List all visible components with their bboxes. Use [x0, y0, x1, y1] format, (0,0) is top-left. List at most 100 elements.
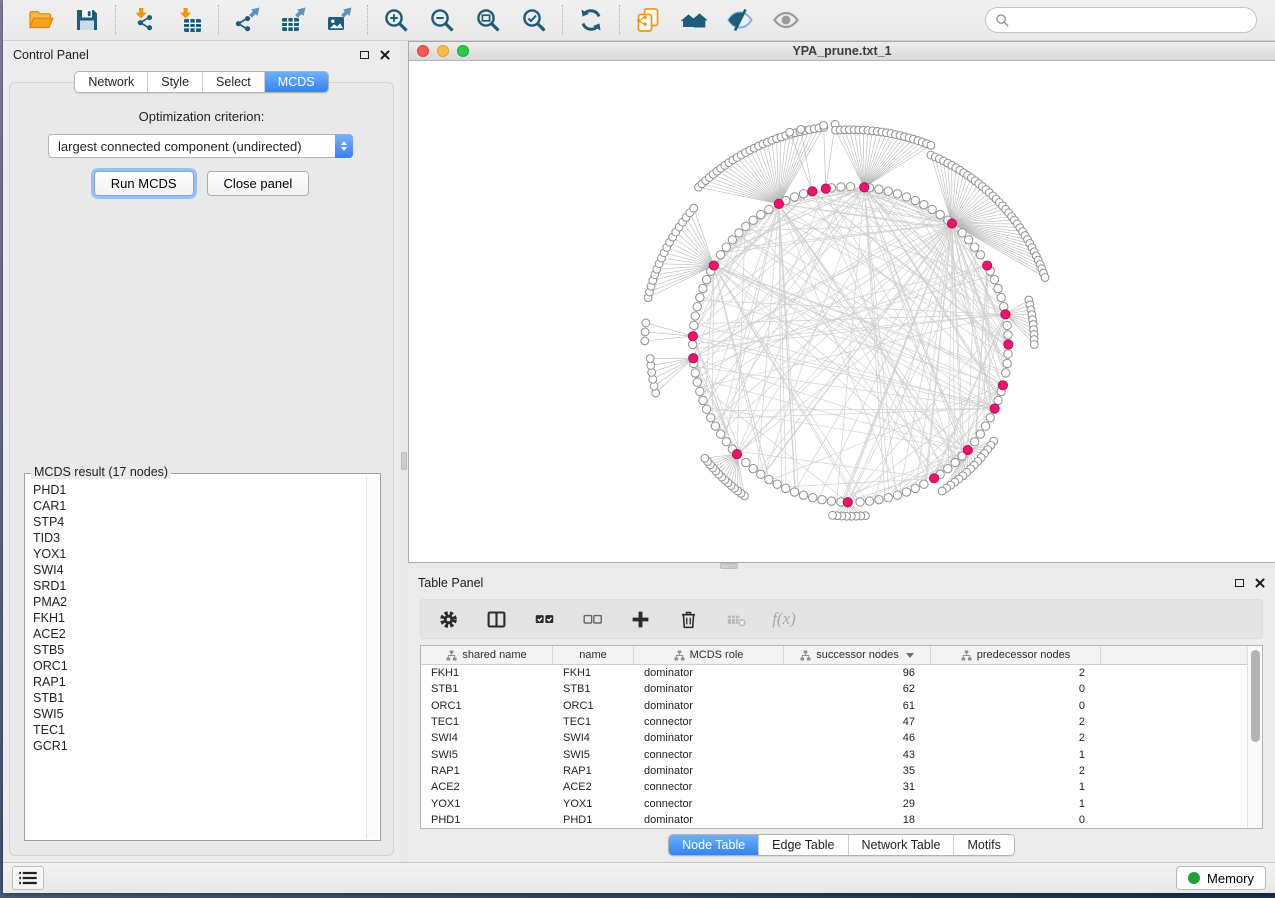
network-window-titlebar[interactable]: YPA_prune.txt_1 [409, 42, 1275, 61]
criterion-dropdown[interactable]: largest connected component (undirected) [48, 134, 353, 158]
close-panel-button[interactable]: Close panel [207, 171, 310, 196]
tab-select[interactable]: Select [202, 72, 264, 92]
select-all-button[interactable] [531, 606, 557, 632]
open-file-button[interactable] [24, 4, 58, 36]
delete-column-button[interactable] [675, 606, 701, 632]
export-table-icon [280, 7, 306, 33]
tab-network-table[interactable]: Network Table [848, 835, 954, 855]
zoom-fit-button[interactable] [471, 4, 505, 36]
scrollbar-thumb[interactable] [1251, 650, 1260, 742]
close-panel-icon[interactable] [379, 50, 390, 61]
table-cell: ACE2 [553, 781, 634, 793]
table-row[interactable]: FKH1FKH1dominator962 [421, 665, 1262, 681]
table-cell: 0 [931, 683, 1101, 695]
table-row[interactable]: TEC1TEC1connector472 [421, 714, 1262, 730]
tab-mcds[interactable]: MCDS [264, 72, 328, 92]
table-row[interactable]: ORC1ORC1dominator610 [421, 698, 1262, 714]
mcds-result-node[interactable]: STP4 [25, 514, 365, 530]
column-header-shared-name[interactable]: shared name [421, 646, 553, 664]
mcds-result-list[interactable]: PHD1CAR1STP4TID3YOX1SWI4SRD1PMA2FKH1ACE2… [25, 482, 365, 838]
search-box[interactable] [985, 7, 1257, 33]
network-canvas[interactable] [409, 61, 1275, 562]
mcds-tab-content: Optimization criterion: largest connecte… [9, 82, 394, 856]
split-panel-button[interactable] [483, 606, 509, 632]
table-row[interactable]: ACE2ACE2connector311 [421, 779, 1262, 795]
mcds-result-node[interactable]: SRD1 [25, 578, 365, 594]
zoom-out-button[interactable] [425, 4, 459, 36]
table-row[interactable]: YOX1YOX1connector291 [421, 795, 1262, 811]
settings-button[interactable] [435, 606, 461, 632]
result-scrollbar[interactable] [366, 476, 378, 838]
float-panel-icon[interactable] [360, 51, 369, 59]
hide-selected-button[interactable] [723, 4, 757, 36]
table-cell: 35 [784, 765, 931, 777]
column-header-name[interactable]: name [553, 646, 634, 664]
table-scrollbar[interactable] [1247, 646, 1262, 828]
task-history-button[interactable] [12, 866, 44, 890]
tab-node-table[interactable]: Node Table [669, 835, 758, 855]
table-cell: dominator [634, 732, 784, 744]
column-header-MCDS-role[interactable]: MCDS role [634, 646, 784, 664]
control-panel-tabs: NetworkStyleSelectMCDS [74, 71, 328, 93]
refresh-button[interactable] [574, 4, 608, 36]
home-button[interactable] [677, 4, 711, 36]
run-mcds-button[interactable]: Run MCDS [94, 171, 194, 196]
table-cell: connector [634, 781, 784, 793]
save-session-button[interactable] [70, 4, 104, 36]
delete-column-icon [678, 609, 699, 630]
search-input[interactable] [1015, 13, 1247, 27]
tab-motifs[interactable]: Motifs [953, 835, 1013, 855]
export-network-button[interactable] [230, 4, 264, 36]
export-image-button[interactable] [322, 4, 356, 36]
splitter-handle[interactable] [401, 452, 407, 470]
zoom-in-button[interactable] [379, 4, 413, 36]
list-icon [19, 871, 37, 885]
mcds-result-node[interactable]: SWI4 [25, 562, 365, 578]
table-cell: PHD1 [553, 814, 634, 826]
close-panel-icon[interactable] [1254, 578, 1265, 589]
mcds-result-node[interactable]: PHD1 [25, 482, 365, 498]
mcds-result-node[interactable]: CAR1 [25, 498, 365, 514]
mcds-result-node[interactable]: ACE2 [25, 626, 365, 642]
mcds-result-node[interactable]: ORC1 [25, 658, 365, 674]
zoom-fit-icon [475, 7, 501, 33]
show-all-button[interactable] [769, 4, 803, 36]
tab-style[interactable]: Style [147, 72, 202, 92]
mcds-result-node[interactable]: TEC1 [25, 722, 365, 738]
table-cell: TEC1 [553, 716, 634, 728]
table-row[interactable]: STB1STB1dominator620 [421, 681, 1262, 697]
mcds-result-node[interactable]: FKH1 [25, 610, 365, 626]
deselect-all-button[interactable] [579, 606, 605, 632]
mcds-result-node[interactable]: GCR1 [25, 738, 365, 754]
memory-button[interactable]: Memory [1176, 866, 1266, 890]
vertical-splitter[interactable] [400, 41, 408, 862]
table-row[interactable]: RAP1RAP1dominator352 [421, 763, 1262, 779]
splitter-handle[interactable] [720, 563, 738, 569]
mcds-result-node[interactable]: SWI5 [25, 706, 365, 722]
column-header-predecessor-nodes[interactable]: predecessor nodes [931, 646, 1101, 664]
export-table-button[interactable] [276, 4, 310, 36]
optimization-criterion-label: Optimization criterion: [10, 109, 393, 124]
mcds-result-node[interactable]: STB5 [25, 642, 365, 658]
column-header-successor-nodes[interactable]: successor nodes [784, 646, 931, 664]
add-column-button[interactable] [627, 606, 653, 632]
duplicate-network-button[interactable] [631, 4, 665, 36]
horizontal-splitter[interactable] [408, 563, 1275, 569]
table-row[interactable]: PHD1PHD1dominator180 [421, 812, 1262, 828]
tab-edge-table[interactable]: Edge Table [758, 835, 847, 855]
table-cell: 18 [784, 814, 931, 826]
mcds-result-node[interactable]: RAP1 [25, 674, 365, 690]
network-graph[interactable] [409, 61, 1275, 562]
import-network-button[interactable] [127, 4, 161, 36]
mcds-result-node[interactable]: TID3 [25, 530, 365, 546]
tab-network[interactable]: Network [75, 72, 147, 92]
split-panel-icon [486, 609, 507, 630]
zoom-selected-button[interactable] [517, 4, 551, 36]
table-row[interactable]: SWI5SWI5connector431 [421, 746, 1262, 762]
mcds-result-node[interactable]: YOX1 [25, 546, 365, 562]
float-panel-icon[interactable] [1235, 579, 1244, 587]
import-table-button[interactable] [173, 4, 207, 36]
mcds-result-node[interactable]: PMA2 [25, 594, 365, 610]
table-row[interactable]: SWI4SWI4dominator462 [421, 730, 1262, 746]
mcds-result-node[interactable]: STB1 [25, 690, 365, 706]
